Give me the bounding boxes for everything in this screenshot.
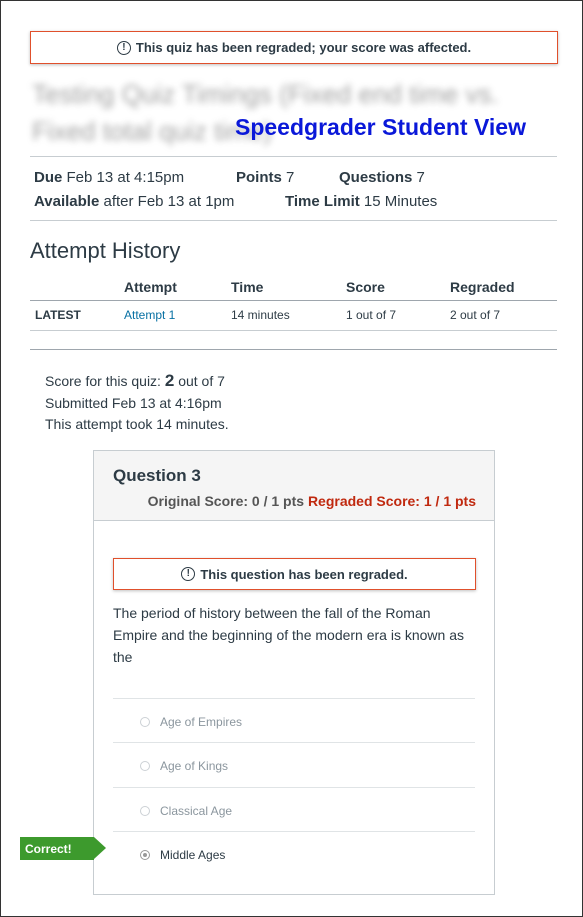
time-limit-field: Time Limit 15 Minutes <box>285 193 437 210</box>
due-label: Due <box>34 169 63 186</box>
attempt-time: 14 minutes <box>231 308 290 322</box>
radio-button[interactable] <box>140 806 150 816</box>
option-divider <box>113 698 475 699</box>
option-divider <box>113 787 475 788</box>
question-card: Question 3 Original Score: 0 / 1 pts Reg… <box>93 450 495 895</box>
correct-answer-tag: Correct! <box>20 837 106 860</box>
attempt-history-heading: Attempt History <box>30 238 181 263</box>
answer-option-selected[interactable]: Middle Ages <box>140 848 225 862</box>
question-scores: Original Score: 0 / 1 pts Regraded Score… <box>148 493 476 509</box>
latest-label: LATEST <box>35 308 81 322</box>
answer-option[interactable]: Age of Kings <box>140 759 228 773</box>
divider <box>30 156 557 157</box>
question-text: The period of history between the fall o… <box>113 605 464 665</box>
score-summary: Score for this quiz: 2 out of 7 <box>45 371 225 391</box>
regrade-banner: ! This quiz has been regraded; your scor… <box>30 31 558 64</box>
attempt-link[interactable]: Attempt 1 <box>124 308 175 322</box>
answer-option-label: Age of Kings <box>160 759 229 773</box>
due-value: Feb 13 at 4:15pm <box>66 169 185 186</box>
divider <box>30 330 557 331</box>
points-value: 7 <box>286 169 295 186</box>
due-field: Due Feb 13 at 4:15pm <box>34 169 184 186</box>
submitted-text: Submitted Feb 13 at 4:16pm <box>45 395 222 411</box>
answer-option[interactable]: Age of Empires <box>140 715 242 729</box>
question-title: Question 3 <box>113 466 201 485</box>
questions-value: 7 <box>416 169 425 186</box>
column-header-time: Time <box>231 279 264 295</box>
score-value: 2 <box>164 371 175 390</box>
radio-button[interactable] <box>140 761 150 771</box>
answer-option-label: Age of Empires <box>160 715 243 729</box>
radio-button[interactable] <box>140 717 150 727</box>
available-label: Available <box>34 193 100 210</box>
alert-icon: ! <box>181 567 196 581</box>
attempt-score: 1 out of 7 <box>346 308 397 322</box>
column-header-score: Score <box>346 279 385 295</box>
answer-option[interactable]: Classical Age <box>140 804 232 818</box>
attempt-regraded-score: 2 out of 7 <box>450 308 501 322</box>
time-limit-label: Time Limit <box>285 193 360 210</box>
question-regrade-alert: ! This question has been regraded. <box>113 558 476 590</box>
alert-icon: ! <box>116 40 131 55</box>
column-header-regraded: Regraded <box>450 279 515 295</box>
time-limit-value: 15 Minutes <box>363 193 438 210</box>
score-suffix: out of 7 <box>178 373 225 389</box>
available-field: Available after Feb 13 at 1pm <box>34 193 234 210</box>
question-regrade-alert-text: This question has been regraded. <box>200 566 408 582</box>
question-header: Question 3 Original Score: 0 / 1 pts Reg… <box>94 451 494 521</box>
regrade-banner-text: This quiz has been regraded; your score … <box>135 40 472 55</box>
answer-option-label: Classical Age <box>160 804 233 818</box>
option-divider <box>113 742 475 743</box>
duration-text: This attempt took 14 minutes. <box>45 416 229 432</box>
regraded-score: Regraded Score: 1 / 1 pts <box>307 493 476 509</box>
points-field: Points 7 <box>236 169 294 186</box>
questions-field: Questions 7 <box>339 169 425 186</box>
points-label: Points <box>236 169 282 186</box>
answer-option-label: Middle Ages <box>160 848 226 862</box>
option-divider <box>113 831 475 832</box>
radio-button-selected[interactable] <box>140 850 150 860</box>
column-header-attempt: Attempt <box>124 279 177 295</box>
table-header-divider <box>30 300 557 301</box>
divider <box>30 349 557 350</box>
speedgrader-overlay-label: Speedgrader Student View <box>235 114 526 140</box>
original-score: Original Score: 0 / 1 pts <box>147 493 305 509</box>
available-value: after Feb 13 at 1pm <box>103 193 235 210</box>
divider <box>30 220 557 221</box>
score-prefix: Score for this quiz: <box>45 373 161 389</box>
questions-label: Questions <box>339 169 413 186</box>
